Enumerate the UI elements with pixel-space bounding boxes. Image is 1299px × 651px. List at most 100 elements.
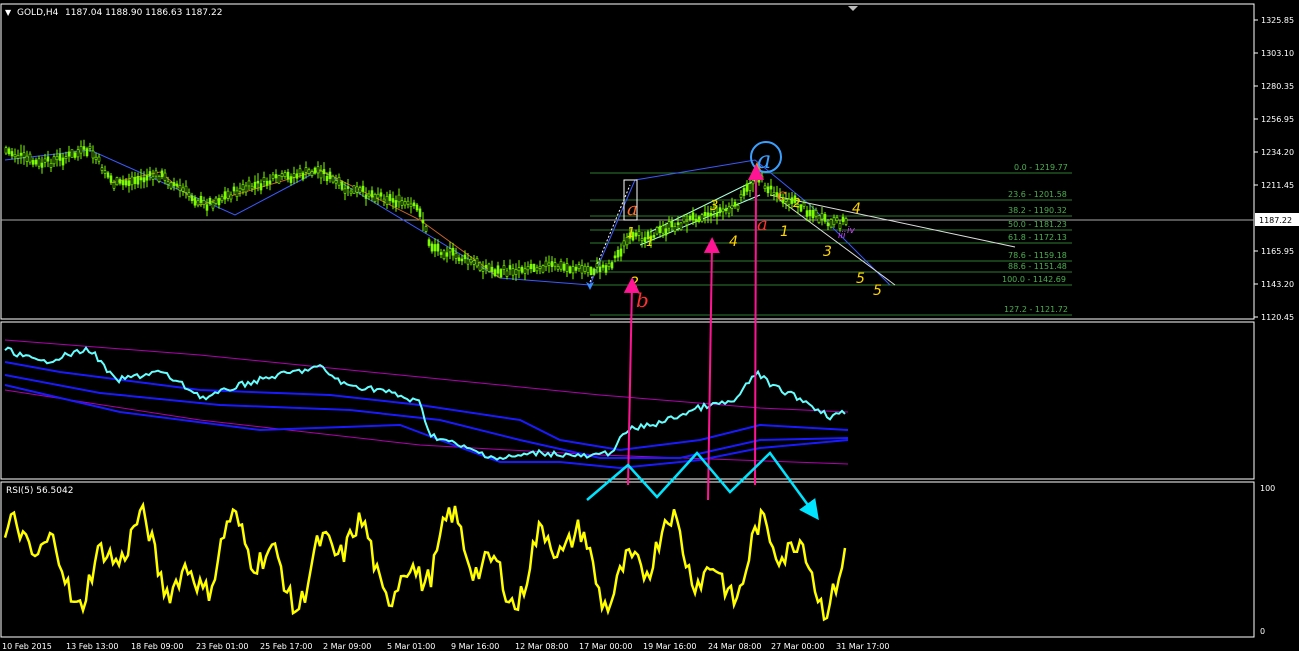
candle-body <box>76 149 80 158</box>
fib-level-label: 23.6 - 1201.58 <box>1008 190 1067 199</box>
time-tick: 13 Feb 13:00 <box>66 642 118 651</box>
fib-level-label: 78.6 - 1159.18 <box>1008 251 1067 260</box>
price-tick: 1303.10 <box>1261 49 1294 58</box>
candle-body <box>508 265 512 270</box>
candle-body <box>355 186 359 193</box>
candle-body <box>442 250 446 260</box>
candle-body <box>277 175 281 184</box>
candle-body <box>82 146 86 150</box>
candle-body <box>421 219 425 224</box>
candle-body <box>736 205 740 210</box>
candle-body <box>139 177 143 181</box>
candle-body <box>802 202 806 207</box>
rsi-indicator-panel[interactable] <box>0 481 1255 638</box>
fibonacci-retracement[interactable]: 0.0 - 1219.77 23.6 - 1201.58 38.2 - 1190… <box>590 163 1072 316</box>
wave-label: 5 <box>856 271 865 287</box>
candle-body <box>175 183 179 187</box>
chart-canvas[interactable]: ▼ GOLD,H4 1187.04 1188.90 1186.63 1187.2… <box>0 0 1299 651</box>
candle-body <box>514 269 518 275</box>
bollinger-indicator-panel[interactable] <box>0 321 1255 480</box>
candle-body <box>751 180 755 185</box>
candle-body <box>379 192 383 197</box>
bollinger-lines[interactable] <box>4 339 849 470</box>
wave-label: 3 <box>823 244 832 260</box>
candle-body <box>562 263 566 271</box>
menu-marker-icon[interactable]: ▼ <box>5 8 12 17</box>
candle-body <box>64 156 68 160</box>
candle-body <box>676 222 680 226</box>
candle-body <box>535 267 539 272</box>
candle-body <box>172 182 176 187</box>
time-tick: 10 Feb 2015 <box>2 642 52 651</box>
candle-body <box>358 187 362 193</box>
candle-body <box>376 193 380 199</box>
candle-body <box>589 266 593 276</box>
candle-body <box>757 175 761 183</box>
candle-body <box>658 225 662 233</box>
candle-body <box>409 203 413 207</box>
candle-body <box>472 260 476 265</box>
ohlc-values: 1187.04 1188.90 1186.63 1187.22 <box>65 8 222 18</box>
candle-body <box>619 248 623 257</box>
candle-body <box>538 265 542 269</box>
candle-body <box>22 152 26 158</box>
candle-body <box>499 269 503 278</box>
magenta-arrow <box>703 237 720 501</box>
candle-body <box>532 263 536 273</box>
candle-body <box>835 217 839 221</box>
wave-label-iv: iv <box>847 226 856 236</box>
fib-level-label: 88.6 - 1151.48 <box>1008 262 1067 271</box>
candle-body <box>142 177 146 183</box>
candle-body <box>610 262 614 269</box>
candle-body <box>832 217 836 226</box>
candle-body <box>130 176 134 186</box>
candle-body <box>301 172 305 180</box>
candle-body <box>400 200 404 206</box>
candle-body <box>694 218 698 223</box>
candle-body <box>670 221 674 228</box>
candle-body <box>481 268 485 272</box>
candle-body <box>322 169 326 175</box>
candle-body <box>691 212 695 220</box>
candle-body <box>235 190 239 197</box>
candle-body <box>769 185 773 190</box>
candle-body <box>475 258 479 267</box>
price-candles[interactable] <box>4 139 848 281</box>
candle-body <box>511 268 515 276</box>
candle-body <box>91 150 95 159</box>
time-tick: 9 Mar 16:00 <box>451 642 499 651</box>
candle-body <box>661 225 665 234</box>
wave-label-a-orange: a <box>627 199 638 220</box>
wave-label: 4 <box>729 234 738 250</box>
candle-body <box>484 265 488 269</box>
candle-body <box>340 181 344 190</box>
price-tick: 1325.85 <box>1261 16 1294 25</box>
candle-body <box>451 247 455 256</box>
candle-body <box>808 209 812 216</box>
scroll-marker-icon[interactable] <box>848 6 858 11</box>
candle-body <box>586 266 590 273</box>
candle-body <box>583 265 587 272</box>
candle-body <box>577 264 581 270</box>
candle-body <box>817 215 821 223</box>
candle-body <box>841 216 845 222</box>
time-tick: 23 Feb 01:00 <box>196 642 248 651</box>
candle-body <box>169 182 173 189</box>
candle-body <box>181 187 185 192</box>
candle-body <box>199 195 203 203</box>
fib-level-label: 127.2 - 1121.72 <box>1004 305 1068 314</box>
price-line-cyan <box>4 345 846 461</box>
candle-body <box>256 180 260 184</box>
candle-body <box>205 204 209 211</box>
candle-body <box>664 228 668 236</box>
price-tick: 1234.20 <box>1261 148 1294 157</box>
candle-body <box>478 262 482 271</box>
candle-body <box>34 159 38 165</box>
time-axis: 10 Feb 2015 13 Feb 13:00 18 Feb 09:00 23… <box>2 642 889 651</box>
candle-body <box>364 194 368 199</box>
time-tick: 24 Mar 08:00 <box>708 642 761 651</box>
candle-body <box>697 216 701 222</box>
candle-body <box>433 244 437 252</box>
rsi-line[interactable] <box>3 501 847 622</box>
candle-body <box>88 145 92 149</box>
